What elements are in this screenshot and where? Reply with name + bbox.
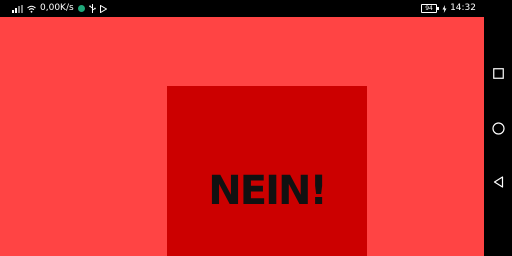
wifi-icon (27, 5, 36, 13)
status-bar: 0,00K/s 94 14:32 (0, 0, 484, 17)
nein-card[interactable]: NEIN! (167, 86, 367, 256)
clock: 14:32 (450, 3, 476, 13)
charging-icon (442, 4, 447, 13)
square-icon (492, 67, 504, 79)
app-screen: NEIN! (0, 17, 484, 256)
battery-level: 94 (425, 5, 433, 12)
navigation-bar (484, 0, 512, 256)
recents-button[interactable] (484, 59, 512, 87)
status-bar-left: 0,00K/s (12, 0, 107, 17)
notification-dot-icon (77, 5, 85, 12)
play-store-icon (99, 4, 107, 13)
back-button[interactable] (484, 168, 512, 196)
network-speed: 0,00K/s (40, 3, 74, 13)
back-triangle-icon (493, 176, 503, 188)
nein-text: NEIN! (208, 168, 327, 214)
home-button[interactable] (484, 114, 512, 142)
usb-icon (88, 4, 96, 13)
signal-icon (12, 4, 23, 13)
status-bar-right: 94 14:32 (421, 0, 476, 17)
battery-icon: 94 (421, 4, 440, 13)
circle-icon (491, 121, 505, 135)
